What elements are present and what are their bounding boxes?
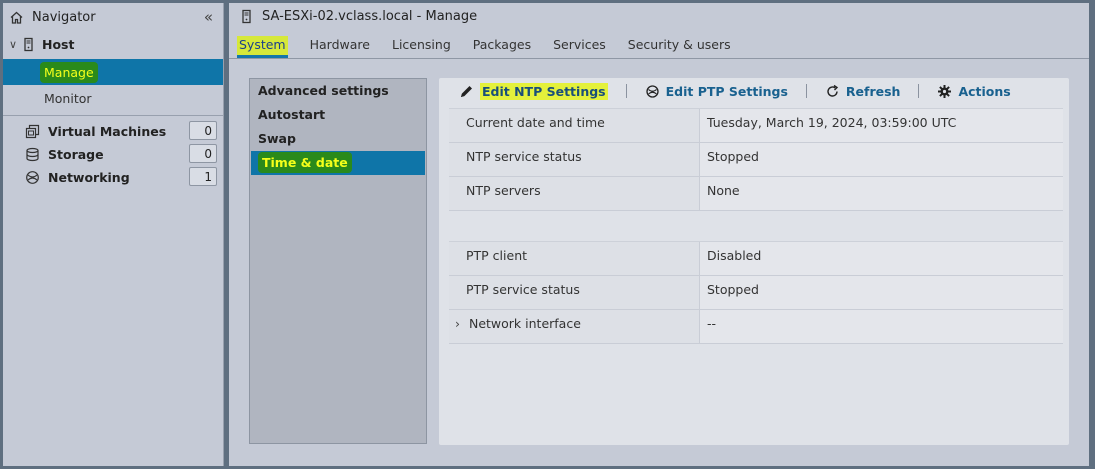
host-icon xyxy=(21,37,36,52)
tab-packages[interactable]: Packages xyxy=(462,37,542,58)
table-row: NTP servers None xyxy=(449,177,1063,211)
nav-manage[interactable]: Manage xyxy=(3,59,223,85)
property-value: Tuesday, March 19, 2024, 03:59:00 UTC xyxy=(699,109,1063,142)
property-key: NTP service status xyxy=(449,143,699,176)
property-key: › Network interface xyxy=(449,310,699,343)
navigator-panel: Navigator « ∨ Host Manage Monitor Virtua… xyxy=(3,3,224,466)
tab-label: System xyxy=(237,36,288,58)
count-badge: 1 xyxy=(189,167,217,186)
tab-bar: System Hardware Licensing Packages Servi… xyxy=(229,30,1089,59)
nav-item-networking[interactable]: Networking 1 xyxy=(3,166,223,189)
table-row: NTP service status Stopped xyxy=(449,143,1063,177)
refresh-label: Refresh xyxy=(845,83,901,99)
nav-item-storage[interactable]: Storage 0 xyxy=(3,143,223,166)
time-date-detail: Edit NTP Settings Edit PTP Settings Refr… xyxy=(439,78,1069,445)
tab-system[interactable]: System xyxy=(237,36,288,58)
edit-ptp-settings-button[interactable]: Edit PTP Settings xyxy=(645,84,788,99)
table-row: PTP service status Stopped xyxy=(449,276,1063,310)
clock-network-icon xyxy=(645,84,660,99)
chevron-down-icon[interactable]: ∨ xyxy=(9,38,21,51)
nav-host[interactable]: ∨ Host xyxy=(3,33,223,55)
refresh-icon xyxy=(825,84,840,99)
count-badge: 0 xyxy=(189,144,217,163)
property-value: Disabled xyxy=(699,242,1063,275)
nav-item-virtual-machines[interactable]: Virtual Machines 0 xyxy=(3,120,223,143)
nav-item-label: Virtual Machines xyxy=(48,124,167,139)
property-value: -- xyxy=(699,310,1063,343)
edit-ptp-label: Edit PTP Settings xyxy=(665,83,788,99)
navigator-title: Navigator xyxy=(32,9,96,25)
nav-manage-label: Manage xyxy=(41,62,97,82)
edit-ntp-label: Edit NTP Settings xyxy=(480,82,608,100)
chevron-right-icon[interactable]: › xyxy=(455,310,465,338)
settings-item-autostart[interactable]: Autostart xyxy=(250,103,426,127)
page-title: SA-ESXi-02.vclass.local - Manage xyxy=(262,9,478,24)
edit-ntp-settings-button[interactable]: Edit NTP Settings xyxy=(459,82,608,100)
count-badge: 0 xyxy=(189,121,217,140)
settings-item-time-date[interactable]: Time & date xyxy=(251,151,425,175)
ntp-properties-table: Current date and time Tuesday, March 19,… xyxy=(449,108,1063,211)
gear-icon xyxy=(937,84,952,99)
nav-item-label: Networking xyxy=(48,170,130,185)
property-key: PTP service status xyxy=(449,276,699,309)
property-key-label: Network interface xyxy=(468,316,581,331)
property-value: None xyxy=(699,177,1063,210)
navigator-header: Navigator « xyxy=(3,3,223,31)
property-key: PTP client xyxy=(449,242,699,275)
networking-icon xyxy=(25,170,40,185)
table-row: PTP client Disabled xyxy=(449,242,1063,276)
tab-services[interactable]: Services xyxy=(542,37,617,58)
settings-item-swap[interactable]: Swap xyxy=(250,127,426,151)
property-key: Current date and time xyxy=(449,109,699,142)
ptp-properties-table: PTP client Disabled PTP service status S… xyxy=(449,241,1063,344)
property-key: NTP servers xyxy=(449,177,699,210)
vm-icon xyxy=(25,124,40,139)
tab-licensing[interactable]: Licensing xyxy=(381,37,462,58)
storage-icon xyxy=(25,147,40,162)
host-icon xyxy=(239,9,254,24)
main-panel: SA-ESXi-02.vclass.local - Manage System … xyxy=(229,3,1089,466)
toolbar-divider xyxy=(918,84,920,98)
tab-security-users[interactable]: Security & users xyxy=(617,37,742,58)
settings-item-advanced[interactable]: Advanced settings xyxy=(250,79,426,103)
home-icon xyxy=(9,10,24,25)
toolbar-divider xyxy=(625,84,627,98)
settings-item-label: Time & date xyxy=(259,153,351,172)
nav-monitor[interactable]: Monitor xyxy=(3,85,223,111)
nav-divider xyxy=(3,115,223,116)
system-settings-list: Advanced settings Autostart Swap Time & … xyxy=(249,78,427,444)
toolbar-divider xyxy=(805,84,807,98)
nav-item-label: Storage xyxy=(48,147,104,162)
toolbar: Edit NTP Settings Edit PTP Settings Refr… xyxy=(439,78,1069,104)
pencil-icon xyxy=(459,84,474,99)
refresh-button[interactable]: Refresh xyxy=(825,83,901,99)
property-value: Stopped xyxy=(699,143,1063,176)
main-header: SA-ESXi-02.vclass.local - Manage xyxy=(229,3,1089,30)
table-row: Current date and time Tuesday, March 19,… xyxy=(449,109,1063,143)
collapse-navigator-icon[interactable]: « xyxy=(204,8,213,26)
nav-host-label: Host xyxy=(42,36,75,52)
actions-button[interactable]: Actions xyxy=(937,83,1011,99)
actions-label: Actions xyxy=(958,83,1011,99)
property-value: Stopped xyxy=(699,276,1063,309)
table-row[interactable]: › Network interface -- xyxy=(449,310,1063,344)
tab-hardware[interactable]: Hardware xyxy=(299,37,381,58)
